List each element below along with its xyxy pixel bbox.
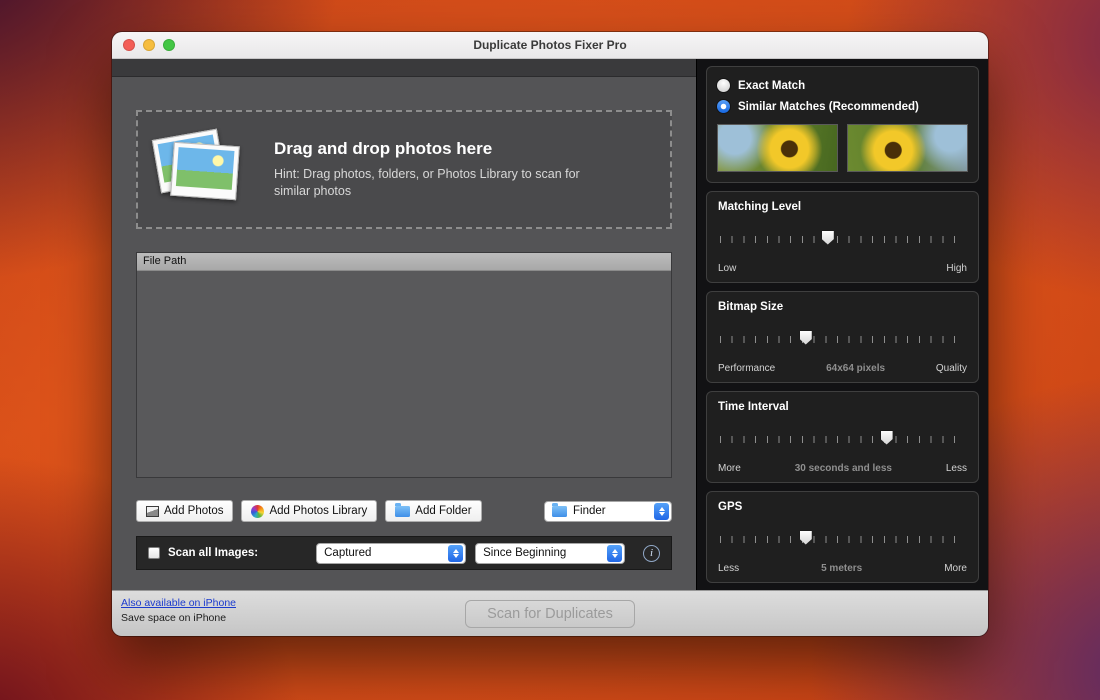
- photo-icon: [146, 506, 159, 517]
- top-strip: [112, 59, 696, 77]
- captured-select[interactable]: Captured: [316, 543, 466, 564]
- chevron-down-icon: [659, 512, 665, 516]
- info-icon[interactable]: i: [643, 545, 660, 562]
- add-folder-label: Add Folder: [415, 505, 471, 517]
- finder-folder-icon: [552, 506, 567, 517]
- gps-title: GPS: [718, 501, 967, 513]
- file-list-body[interactable]: [137, 271, 671, 477]
- label-less: Less: [718, 563, 739, 574]
- bitmap-size-section: Bitmap Size Performance 64x64 pixels Qua…: [706, 291, 979, 383]
- time-interval-title: Time Interval: [718, 401, 967, 413]
- photo-stack-icon: [154, 126, 250, 214]
- add-photos-button[interactable]: Add Photos: [136, 500, 233, 522]
- since-select-value: Since Beginning: [483, 547, 602, 559]
- footer-left: Also available on iPhone Save space on i…: [121, 597, 236, 624]
- matching-level-labels: Low High: [718, 263, 967, 274]
- matching-level-title: Matching Level: [718, 201, 967, 213]
- gps-labels: Less 5 meters More: [718, 563, 967, 574]
- stepper-icon: [607, 545, 622, 562]
- scan-for-duplicates-button[interactable]: Scan for Duplicates: [465, 600, 635, 628]
- scan-options-bar: Scan all Images: Captured Since Beginnin…: [136, 536, 672, 570]
- label-meters: 5 meters: [821, 563, 862, 574]
- radio-unselected-icon: [717, 79, 730, 92]
- label-pixels: 64x64 pixels: [826, 363, 885, 374]
- gps-slider[interactable]: [720, 530, 965, 547]
- footer-bar: Also available on iPhone Save space on i…: [112, 590, 988, 636]
- stepper-icon: [654, 503, 669, 520]
- main-panel: Drag and drop photos here Hint: Drag pho…: [112, 59, 696, 590]
- label-less: Less: [946, 463, 967, 474]
- desktop-wallpaper: Duplicate Photos Fixer Pro Drag and drop…: [0, 0, 1100, 700]
- since-select[interactable]: Since Beginning: [475, 543, 625, 564]
- photo-front-icon: [170, 141, 240, 199]
- label-high: High: [946, 263, 967, 274]
- folder-icon: [395, 506, 410, 517]
- chevron-down-icon: [453, 554, 459, 558]
- label-more: More: [944, 563, 967, 574]
- chevron-up-icon: [659, 507, 665, 511]
- app-window: Duplicate Photos Fixer Pro Drag and drop…: [112, 32, 988, 636]
- bitmap-size-title: Bitmap Size: [718, 301, 967, 313]
- window-title: Duplicate Photos Fixer Pro: [473, 38, 626, 52]
- iphone-subtext: Save space on iPhone: [121, 612, 236, 624]
- label-more: More: [718, 463, 741, 474]
- finder-select[interactable]: Finder: [544, 501, 672, 522]
- slider-ticks: [720, 536, 965, 543]
- exact-match-label: Exact Match: [738, 80, 805, 92]
- bitmap-size-slider[interactable]: [720, 330, 965, 347]
- chevron-down-icon: [612, 554, 618, 558]
- toolbar: Add Photos Add Photos Library Add Folder…: [136, 500, 672, 522]
- label-quality: Quality: [936, 363, 967, 374]
- close-button[interactable]: [123, 39, 135, 51]
- stepper-icon: [448, 545, 463, 562]
- sample-thumbnails: [717, 124, 968, 172]
- add-photos-library-button[interactable]: Add Photos Library: [241, 500, 377, 522]
- minimize-button[interactable]: [143, 39, 155, 51]
- finder-select-value: Finder: [573, 505, 649, 517]
- similar-matches-label: Similar Matches (Recommended): [738, 101, 919, 113]
- add-photos-library-label: Add Photos Library: [269, 505, 367, 517]
- sunflower-thumbnail-1: [717, 124, 838, 172]
- dropzone[interactable]: Drag and drop photos here Hint: Drag pho…: [136, 110, 672, 229]
- label-seconds: 30 seconds and less: [795, 463, 892, 474]
- zoom-button[interactable]: [163, 39, 175, 51]
- add-folder-button[interactable]: Add Folder: [385, 500, 481, 522]
- traffic-lights: [123, 32, 175, 58]
- dropzone-hint: Hint: Drag photos, folders, or Photos Li…: [274, 166, 614, 201]
- chevron-up-icon: [612, 549, 618, 553]
- slider-ticks: [720, 436, 965, 443]
- similar-matches-radio[interactable]: Similar Matches (Recommended): [717, 96, 968, 117]
- chevron-up-icon: [453, 549, 459, 553]
- dropzone-text: Drag and drop photos here Hint: Drag pho…: [274, 139, 614, 201]
- time-interval-labels: More 30 seconds and less Less: [718, 463, 967, 474]
- matching-level-section: Matching Level Low High: [706, 191, 979, 283]
- label-low: Low: [718, 263, 736, 274]
- add-photos-label: Add Photos: [164, 505, 223, 517]
- captured-select-value: Captured: [324, 547, 443, 559]
- exact-match-radio[interactable]: Exact Match: [717, 75, 968, 96]
- time-interval-section: Time Interval More 30 seconds and less L…: [706, 391, 979, 483]
- iphone-link[interactable]: Also available on iPhone: [121, 597, 236, 609]
- gps-section: GPS Less 5 meters More: [706, 491, 979, 583]
- match-mode-box: Exact Match Similar Matches (Recommended…: [706, 66, 979, 183]
- slider-ticks: [720, 236, 965, 243]
- slider-ticks: [720, 336, 965, 343]
- dropzone-title: Drag and drop photos here: [274, 139, 614, 159]
- content-area: Drag and drop photos here Hint: Drag pho…: [112, 59, 988, 590]
- sunflower-thumbnail-2: [847, 124, 968, 172]
- time-interval-slider[interactable]: [720, 430, 965, 447]
- scan-all-label: Scan all Images:: [168, 547, 258, 559]
- bitmap-size-labels: Performance 64x64 pixels Quality: [718, 363, 967, 374]
- photos-library-icon: [251, 505, 264, 518]
- matching-level-slider[interactable]: [720, 230, 965, 247]
- label-performance: Performance: [718, 363, 775, 374]
- radio-selected-icon: [717, 100, 730, 113]
- scan-all-checkbox[interactable]: [148, 547, 160, 559]
- file-list: File Path: [136, 252, 672, 478]
- titlebar: Duplicate Photos Fixer Pro: [112, 32, 988, 59]
- file-list-header[interactable]: File Path: [137, 253, 671, 271]
- sidebar: Exact Match Similar Matches (Recommended…: [696, 59, 988, 590]
